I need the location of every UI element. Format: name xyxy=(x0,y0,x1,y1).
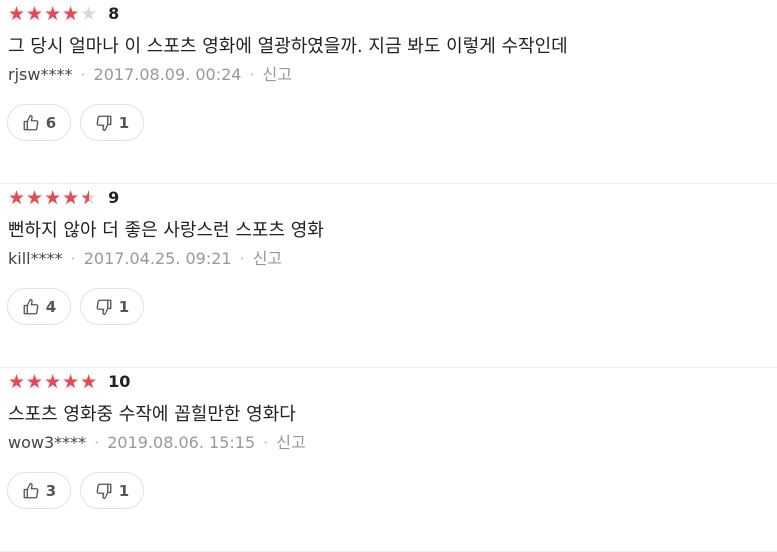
rating-row: ★★★★★ ★★★★★ 10 xyxy=(8,372,130,392)
review-date: 2017.08.09. 00:24 xyxy=(93,65,242,84)
review-list: ★★★★★ ★★★★★ 8 그 당시 얼마나 이 스포츠 영화에 열광하였을까.… xyxy=(0,0,777,552)
report-link[interactable]: 신고 xyxy=(263,65,292,84)
thumbs-up-icon xyxy=(23,298,39,314)
star-rating: ★★★★★ ★★★★★ xyxy=(8,372,98,392)
star-icons-filled: ★★★★★ xyxy=(8,188,89,208)
rating-row: ★★★★★ ★★★★★ 9 xyxy=(8,188,119,208)
review-date: 2019.08.06. 15:15 xyxy=(107,433,256,452)
thumbs-down-icon xyxy=(96,299,112,315)
review-item: ★★★★★ ★★★★★ 9 뻔하지 않아 더 좋은 사랑스런 스포츠 영화 ki… xyxy=(0,184,777,368)
thumbs-up-icon xyxy=(23,114,39,130)
like-button[interactable]: 3 xyxy=(7,472,71,509)
like-count: 3 xyxy=(45,481,57,500)
report-link[interactable]: 신고 xyxy=(253,249,282,268)
like-count: 4 xyxy=(45,297,57,316)
separator-dot: · xyxy=(239,249,245,268)
like-button[interactable]: 4 xyxy=(7,288,71,325)
dislike-count: 1 xyxy=(118,481,130,500)
separator-dot: · xyxy=(80,65,86,84)
review-meta: rjsw**** · 2017.08.09. 00:24 · 신고 xyxy=(8,64,292,86)
separator-dot: · xyxy=(70,249,76,268)
review-comment: 뻔하지 않아 더 좋은 사랑스런 스포츠 영화 xyxy=(8,220,324,241)
review-item: ★★★★★ ★★★★★ 8 그 당시 얼마나 이 스포츠 영화에 열광하였을까.… xyxy=(0,0,777,184)
thumbs-up-icon xyxy=(23,482,39,498)
thumbs-down-icon xyxy=(96,115,112,131)
star-icons-filled: ★★★★★ xyxy=(8,4,81,24)
thumbs-down-icon xyxy=(96,483,112,499)
star-rating: ★★★★★ ★★★★★ xyxy=(8,188,98,208)
review-comment: 그 당시 얼마나 이 스포츠 영화에 열광하였을까. 지금 봐도 이렇게 수작인… xyxy=(8,36,568,57)
rating-score: 9 xyxy=(108,188,120,207)
separator-dot: · xyxy=(263,433,269,452)
review-item: ★★★★★ ★★★★★ 10 스포츠 영화중 수작에 꼽힐만한 영화다 wow3… xyxy=(0,368,777,552)
report-link[interactable]: 신고 xyxy=(276,433,305,452)
dislike-button[interactable]: 1 xyxy=(80,104,144,141)
review-date: 2017.04.25. 09:21 xyxy=(83,249,232,268)
dislike-count: 1 xyxy=(118,297,130,316)
review-author: rjsw**** xyxy=(8,65,73,84)
rating-row: ★★★★★ ★★★★★ 8 xyxy=(8,4,119,24)
review-comment: 스포츠 영화중 수작에 꼽힐만한 영화다 xyxy=(8,404,296,425)
vote-buttons: 3 1 xyxy=(7,472,153,509)
dislike-button[interactable]: 1 xyxy=(80,288,144,325)
star-icons-filled: ★★★★★ xyxy=(8,372,99,392)
rating-score: 8 xyxy=(108,4,120,23)
dislike-button[interactable]: 1 xyxy=(80,472,144,509)
separator-dot: · xyxy=(94,433,100,452)
review-author: kill**** xyxy=(8,249,63,268)
review-author: wow3**** xyxy=(8,433,87,452)
review-meta: wow3**** · 2019.08.06. 15:15 · 신고 xyxy=(8,432,306,454)
dislike-count: 1 xyxy=(118,113,130,132)
vote-buttons: 6 1 xyxy=(7,104,153,141)
like-button[interactable]: 6 xyxy=(7,104,71,141)
like-count: 6 xyxy=(45,113,57,132)
vote-buttons: 4 1 xyxy=(7,288,153,325)
star-rating: ★★★★★ ★★★★★ xyxy=(8,4,98,24)
review-meta: kill**** · 2017.04.25. 09:21 · 신고 xyxy=(8,248,282,270)
rating-score: 10 xyxy=(108,372,131,391)
separator-dot: · xyxy=(249,65,255,84)
